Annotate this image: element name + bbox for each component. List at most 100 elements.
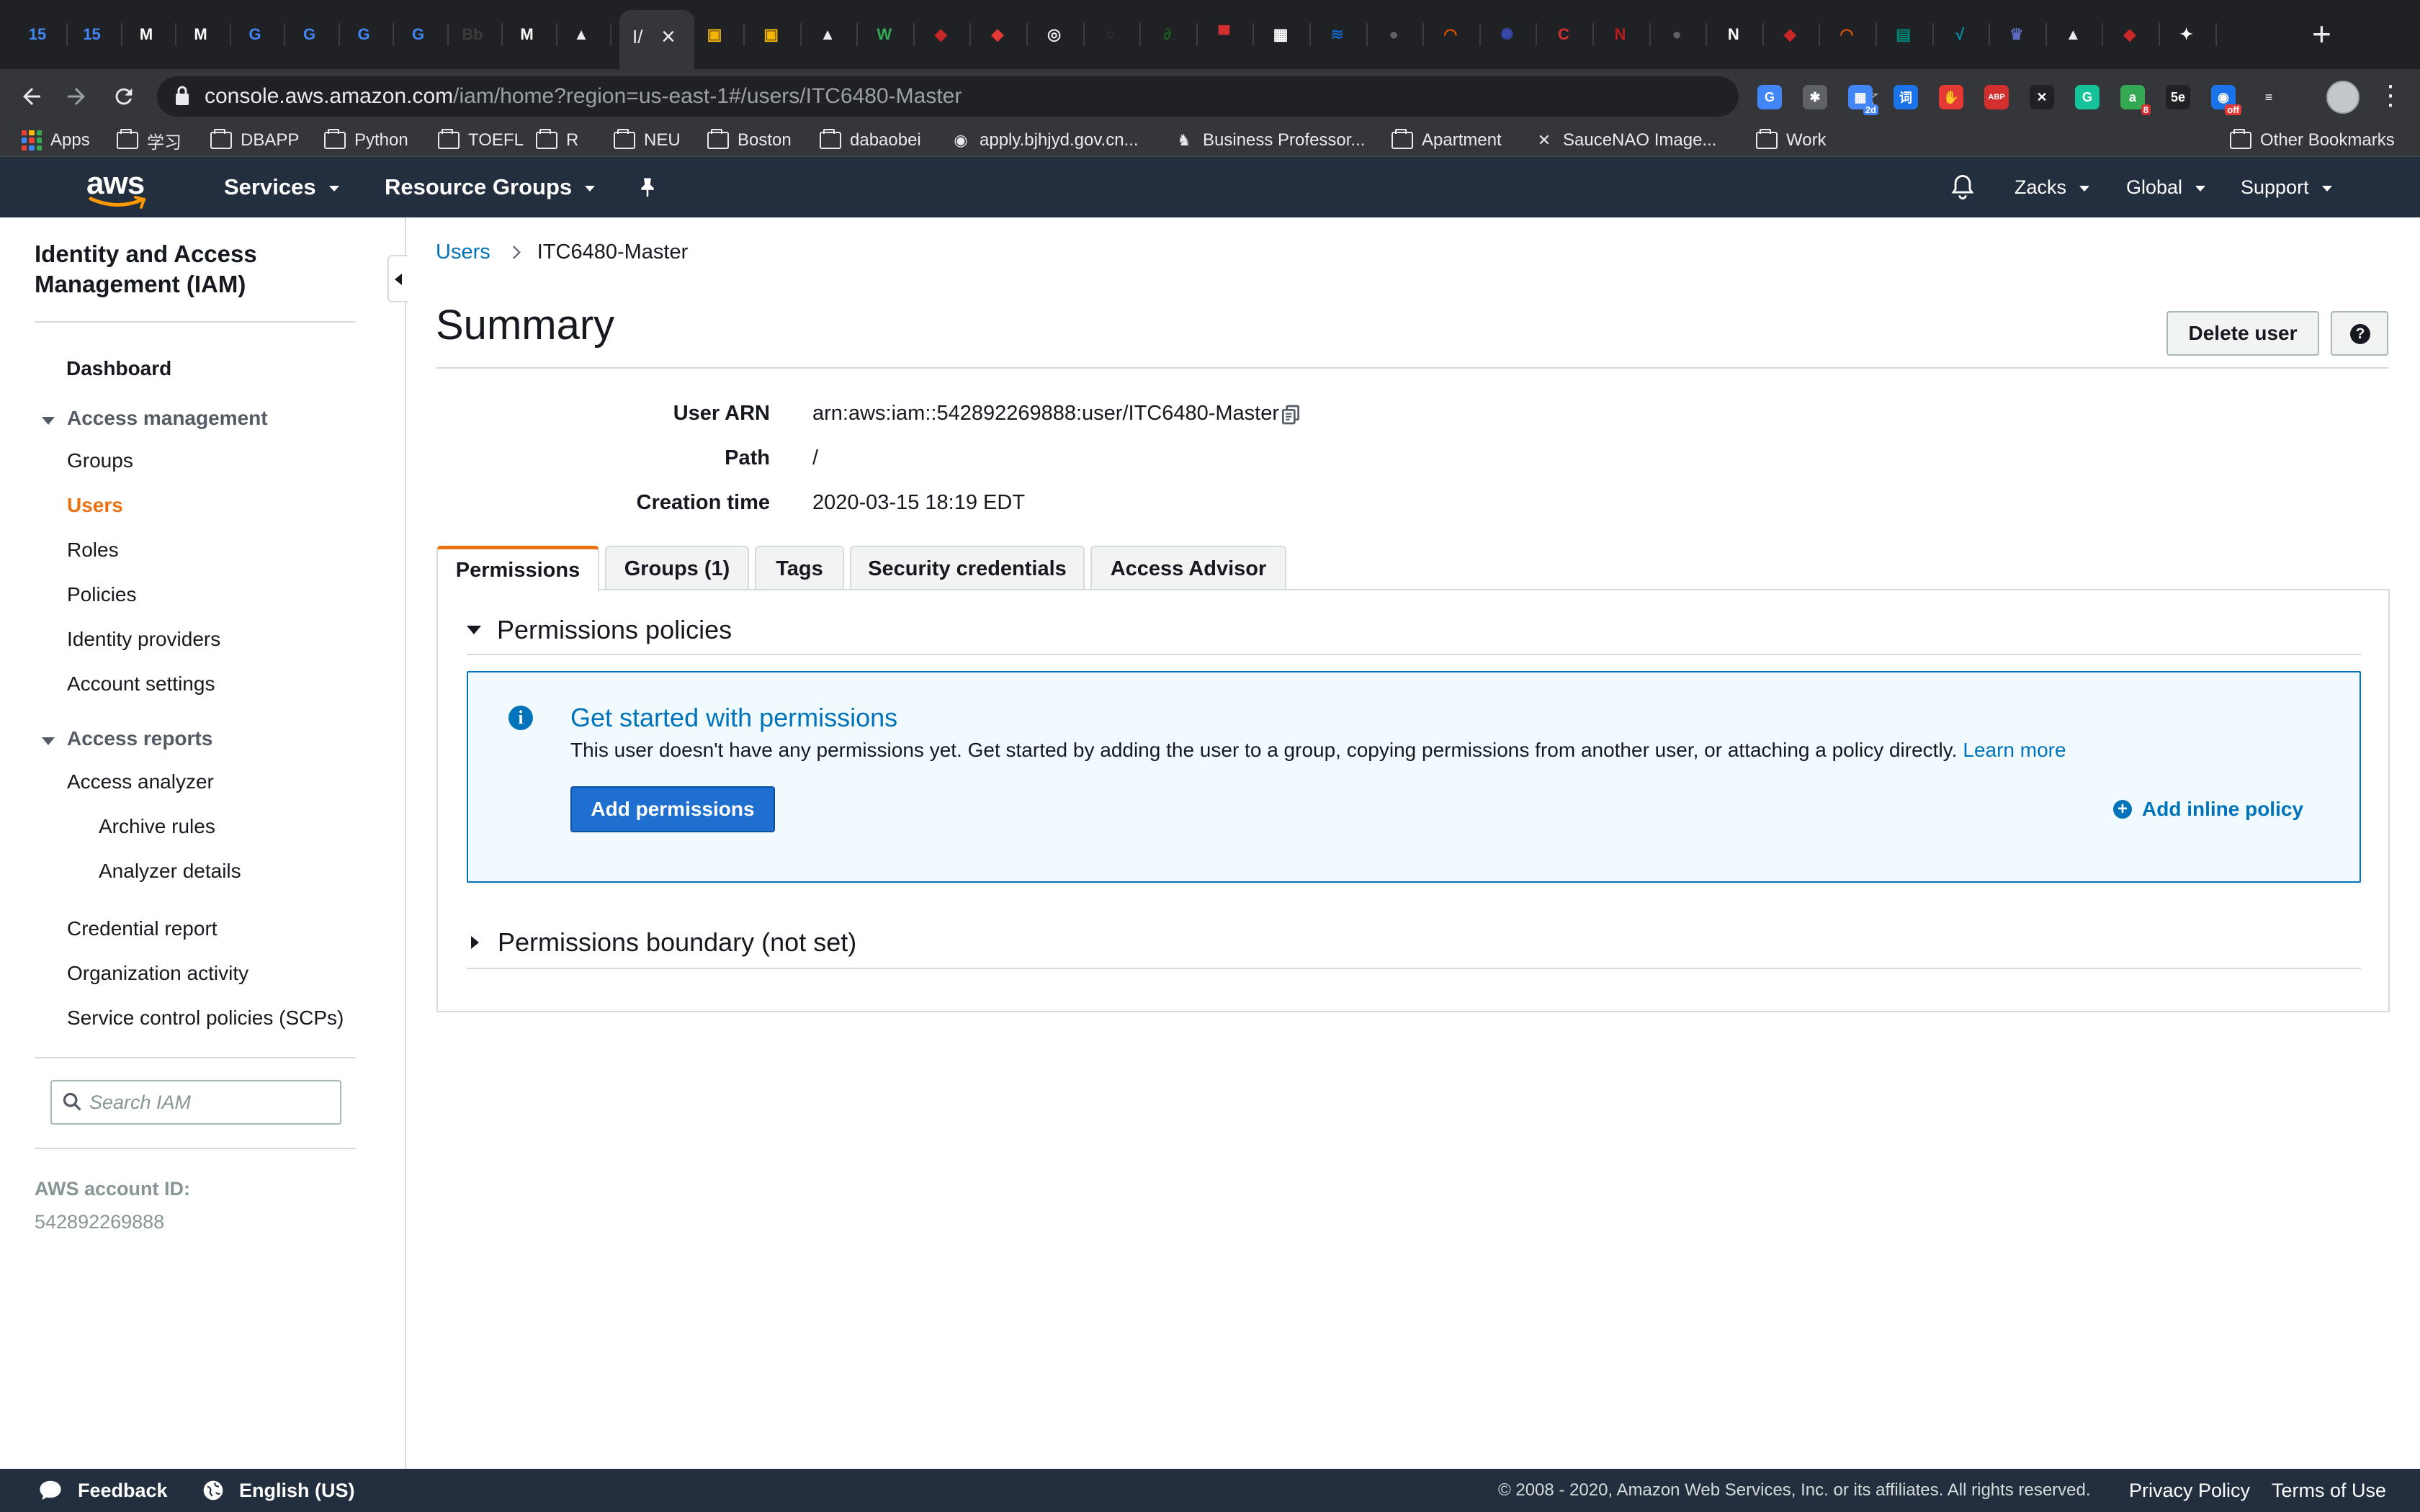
sidebar-item-policies[interactable]: Policies	[67, 583, 136, 606]
language-selector[interactable]: English (US)	[202, 1469, 355, 1512]
close-tab-icon[interactable]: ×	[661, 23, 676, 51]
site-icon[interactable]: ◆	[1774, 19, 1806, 50]
account-menu[interactable]: Zacks	[2015, 157, 2090, 217]
reload-icon[interactable]	[107, 79, 141, 114]
site-icon[interactable]: ◎	[1038, 19, 1070, 50]
permissions-boundary-header[interactable]: Permissions boundary (not set)	[467, 927, 856, 958]
tab-permissions[interactable]: Permissions	[436, 546, 599, 592]
other-bookmarks[interactable]: Other Bookmarks	[2230, 124, 2395, 157]
feedback-link[interactable]: Feedback	[37, 1469, 168, 1512]
bookmark-item[interactable]: dabaobei	[820, 124, 921, 157]
copy-icon[interactable]	[1279, 403, 1302, 426]
github-icon[interactable]: ●	[1378, 19, 1410, 50]
resource-groups-menu[interactable]: Resource Groups	[385, 157, 596, 217]
bookmark-item[interactable]: ◉ apply.bjhjyd.gov.cn...	[951, 124, 1138, 157]
search-iam-input[interactable]	[89, 1087, 334, 1117]
active-browser-tab[interactable]: I/ ×	[619, 10, 694, 69]
sidebar-item-account-settings[interactable]: Account settings	[67, 672, 215, 696]
reading-list-icon[interactable]: ≡	[2257, 85, 2281, 109]
add-permissions-button[interactable]: Add permissions	[570, 786, 775, 832]
bookmark-item[interactable]: Apps	[22, 124, 90, 157]
bookmark-item[interactable]: ♞ Business Professor...	[1174, 124, 1365, 157]
sidebar-item-credential-report[interactable]: Credential report	[67, 917, 218, 940]
sidebar-item-dashboard[interactable]: Dashboard	[66, 357, 171, 380]
translate-icon[interactable]: G	[403, 19, 434, 50]
grammarly-extension-icon[interactable]: G	[2075, 85, 2099, 109]
new-tab-icon[interactable]: +	[2312, 14, 2331, 53]
site-icon[interactable]: Bb	[457, 19, 488, 50]
sidebar-section-access-management[interactable]: Access management	[67, 407, 268, 430]
calendar-icon[interactable]: 15	[22, 19, 53, 50]
adblock-extension-icon[interactable]: ABP	[1984, 85, 2009, 109]
sidebar-item-roles[interactable]: Roles	[67, 539, 119, 562]
microsoft-icon[interactable]: ▦	[1265, 19, 1296, 50]
tab-groups[interactable]: Groups (1)	[605, 546, 749, 590]
dictionary-extension-icon[interactable]: 词	[1894, 85, 1918, 109]
address-bar[interactable]: console.aws.amazon.com/iam/home?region=u…	[157, 76, 1880, 117]
site-icon[interactable]: ≋	[1322, 19, 1353, 50]
learn-more-link[interactable]: Learn more	[1963, 739, 2066, 761]
sidebar-item-organization-activity[interactable]: Organization activity	[67, 962, 248, 985]
lightbulb-extension-icon[interactable]: ✱	[1803, 85, 1827, 109]
pin-icon[interactable]	[637, 157, 658, 217]
graduation-cap-icon[interactable]: ▲	[565, 19, 597, 50]
sidebar-item-identity-providers[interactable]: Identity providers	[67, 628, 220, 651]
bookmark-item[interactable]: Boston	[707, 124, 792, 157]
site-icon[interactable]: ✺	[1491, 19, 1523, 50]
site-icon[interactable]: ♛	[2001, 19, 2033, 50]
extension-icon[interactable]: a8	[2120, 85, 2151, 115]
translate-icon[interactable]: G	[294, 19, 326, 50]
services-menu[interactable]: Services	[224, 157, 339, 217]
site-icon[interactable]: ▀	[1208, 19, 1240, 50]
graduation-cap-icon[interactable]: ▲	[2057, 19, 2089, 50]
hand-extension-icon[interactable]: ✋	[1939, 85, 1963, 109]
translate-extension-icon[interactable]: G	[1757, 85, 1782, 109]
tools-extension-icon[interactable]: ✕	[2030, 85, 2054, 109]
bookmark-item[interactable]: TOEFL	[438, 124, 524, 157]
permissions-policies-header[interactable]: Permissions policies	[467, 615, 732, 645]
github-icon[interactable]: ●	[1661, 19, 1693, 50]
support-menu[interactable]: Support	[2241, 157, 2332, 217]
site-icon[interactable]: ∂	[1152, 19, 1183, 50]
site-icon[interactable]: C	[1548, 19, 1579, 50]
site-icon[interactable]: ▤	[1888, 19, 1919, 50]
box-icon[interactable]: ▣	[756, 19, 787, 50]
tab-tags[interactable]: Tags	[755, 546, 844, 590]
back-arrow-icon[interactable]	[14, 79, 49, 114]
calendar-icon[interactable]: 15	[76, 19, 108, 50]
sidebar-item-scps[interactable]: Service control policies (SCPs)	[67, 1007, 344, 1030]
bookmark-item[interactable]: Work	[1756, 124, 1827, 157]
sidebar-item-archive-rules[interactable]: Archive rules	[99, 815, 215, 838]
sidebar-item-analyzer-details[interactable]: Analyzer details	[99, 860, 241, 883]
caret-down-icon[interactable]	[42, 737, 55, 745]
bookmark-item[interactable]: R	[536, 124, 578, 157]
sidebar-item-users[interactable]: Users	[67, 494, 123, 517]
site-icon[interactable]: ◆	[982, 19, 1013, 50]
delete-user-button[interactable]: Delete user	[2166, 311, 2319, 356]
tab-access-advisor[interactable]: Access Advisor	[1090, 546, 1286, 590]
help-button[interactable]: ?	[2331, 311, 2388, 356]
gmail-icon[interactable]: M	[130, 19, 162, 50]
privacy-policy-link[interactable]: Privacy Policy	[2129, 1469, 2250, 1512]
bookmark-item[interactable]: 学习	[117, 124, 182, 157]
site-icon[interactable]: ◆	[2114, 19, 2146, 50]
breadcrumb-users-link[interactable]: Users	[436, 240, 490, 264]
bookmark-item[interactable]: Python	[324, 124, 408, 157]
collapse-sidebar-button[interactable]	[387, 255, 408, 302]
box-icon[interactable]: ▣	[699, 19, 730, 50]
site-icon[interactable]: ◠	[1831, 19, 1863, 50]
tab-security-credentials[interactable]: Security credentials	[850, 546, 1085, 590]
bookmark-item[interactable]: ✕ SauceNAO Image...	[1534, 124, 1717, 157]
profile-avatar[interactable]	[2326, 81, 2360, 114]
sidebar-item-groups[interactable]: Groups	[67, 449, 133, 472]
calendar-extension-icon[interactable]: ▦ 2d	[1848, 85, 1878, 115]
site-icon[interactable]: N	[1605, 19, 1636, 50]
site-icon[interactable]: ◠	[1435, 19, 1466, 50]
site-icon[interactable]: ◆	[925, 19, 956, 50]
bookmark-item[interactable]: NEU	[614, 124, 681, 157]
wechat-icon[interactable]: W	[869, 19, 900, 50]
search-iam-box[interactable]	[50, 1080, 341, 1125]
notifications-bell-icon[interactable]	[1950, 157, 1975, 217]
aws-logo[interactable]: aws	[86, 166, 147, 209]
bookmark-item[interactable]: Apartment	[1392, 124, 1502, 157]
